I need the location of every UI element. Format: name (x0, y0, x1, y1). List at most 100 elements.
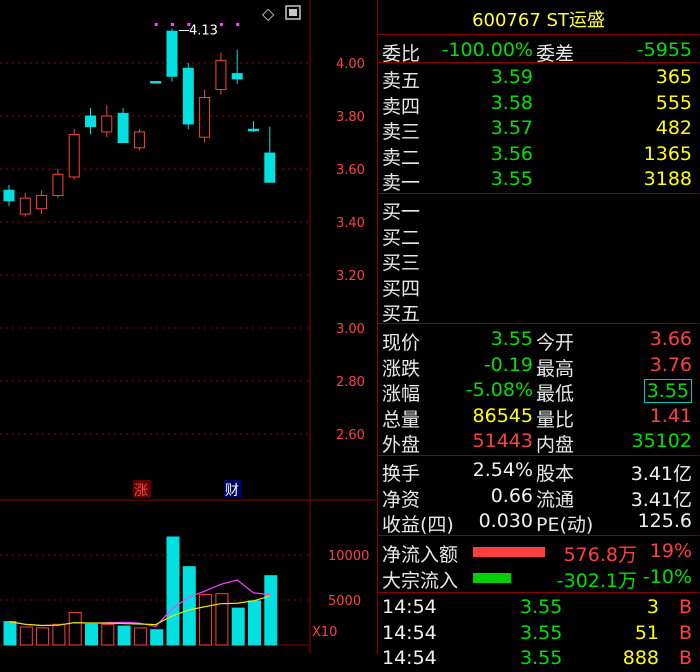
candle-body[interactable] (52, 173, 64, 197)
candle-body[interactable] (182, 67, 194, 125)
divider (378, 535, 699, 536)
stat-label: 现价 (382, 332, 421, 354)
divider (378, 193, 699, 194)
ask-volume: 1365 (643, 142, 692, 165)
stat-label: 涨跌 (382, 357, 421, 380)
candle-body[interactable] (133, 131, 145, 149)
candle-body[interactable] (264, 152, 276, 183)
stat-value: 35102 (631, 430, 692, 452)
tick-volume: 3 (646, 596, 659, 618)
volume-unit-label: X10 (312, 625, 337, 640)
bid-label: 买五 (382, 303, 421, 325)
stat-row: 涨跌 -0.19 最高 3.76 (378, 353, 699, 380)
ask-price: 3.57 (490, 117, 533, 139)
stat-label: 今开 (536, 332, 575, 354)
tick-row[interactable]: 14:54 3.55 51 B (378, 621, 699, 647)
diamond-icon[interactable]: ◇ (262, 4, 275, 23)
candle-body[interactable] (68, 134, 80, 178)
price-tick-label: 3.40 (336, 216, 365, 231)
tick-row[interactable]: 14:54 3.55 888 B (378, 646, 699, 672)
fundamental-label: 净资 (382, 488, 421, 511)
stat-label: 总量 (382, 408, 421, 431)
stat-value: 3.55 (643, 379, 692, 403)
price-tick-label: 3.20 (336, 269, 365, 284)
fundamental-label: PE(动) (536, 514, 594, 536)
stat-value: -5.08% (465, 379, 533, 401)
capital-flow-row: 大宗流入 -302.1万 -10% (378, 565, 699, 592)
volume-bar[interactable] (215, 593, 229, 646)
volume-bar[interactable] (150, 629, 164, 646)
candle-body[interactable] (117, 112, 129, 143)
ask-label: 卖二 (382, 146, 421, 169)
tick-time: 14:54 (382, 596, 437, 618)
candle-body[interactable] (166, 30, 178, 77)
price-tick-label: 3.80 (336, 110, 365, 125)
stat-label: 涨幅 (382, 383, 421, 405)
stat-label: 内盘 (536, 434, 575, 456)
tick-volume: 888 (622, 647, 659, 669)
price-tick-label: 2.60 (336, 428, 365, 443)
volume-bar[interactable] (264, 575, 278, 646)
fundamental-label: 流通 (536, 488, 575, 511)
signal-dot (219, 23, 223, 26)
tick-volume: 51 (634, 621, 659, 644)
candle-body[interactable] (3, 189, 15, 202)
cai-marker[interactable]: 财 (225, 483, 239, 499)
candle-body[interactable] (231, 73, 243, 80)
price-tick-label: 3.60 (336, 163, 365, 178)
stat-row: 涨幅 -5.08% 最低 3.55 (378, 378, 699, 405)
ask-label: 卖三 (382, 121, 421, 143)
candle-body[interactable] (248, 128, 259, 132)
flow-bar (473, 547, 545, 557)
kline-chart-panel[interactable]: 4.00 3.80 3.60 3.40 3.20 3.00 2.80 2.60 4.13 1000… (0, 0, 376, 654)
volume-bar[interactable] (182, 566, 196, 646)
fundamental-value: 2.54% (472, 459, 533, 481)
volume-bar[interactable] (19, 626, 33, 646)
tick-side: B (678, 647, 692, 669)
volume-bar[interactable] (101, 623, 115, 646)
divider (378, 323, 699, 324)
volume-bar[interactable] (68, 612, 82, 646)
divider (378, 62, 699, 63)
candle-body[interactable] (19, 197, 31, 215)
bid-label: 买一 (382, 201, 421, 223)
bid-row: 买五 (378, 298, 699, 325)
tick-time: 14:54 (382, 647, 437, 669)
price-tick-label: 3.00 (336, 322, 365, 337)
ask-volume: 3188 (643, 168, 692, 190)
volume-tick-label: 10000 (328, 549, 369, 564)
candle-body[interactable] (85, 115, 96, 128)
volume-bar[interactable] (199, 594, 213, 646)
volume-bar[interactable] (248, 600, 261, 646)
volume-bar[interactable] (117, 625, 131, 646)
volume-bar[interactable] (133, 627, 147, 646)
volume-bar[interactable] (3, 621, 17, 646)
volume-bar[interactable] (36, 627, 50, 646)
volume-bar[interactable] (231, 607, 245, 646)
bid-row: 买一 (378, 196, 699, 223)
volume-bar[interactable] (166, 536, 180, 646)
bid-row: 买三 (378, 247, 699, 274)
volume-bar[interactable] (52, 623, 66, 646)
zhang-marker[interactable]: 涨 (134, 483, 148, 499)
tick-row[interactable]: 14:54 3.55 3 B (378, 595, 699, 621)
candle-body[interactable] (150, 81, 162, 84)
tick-side: B (678, 596, 692, 618)
candle-body[interactable] (199, 96, 211, 138)
ask-label: 卖五 (382, 70, 421, 92)
window-icon[interactable] (285, 5, 301, 20)
kline-chart-svg[interactable]: 4.00 3.80 3.60 3.40 3.20 3.00 2.80 2.60 4.13 1000… (0, 0, 376, 654)
candle-body[interactable] (215, 59, 227, 90)
bid-label: 买四 (382, 277, 421, 300)
stat-value: 51443 (472, 430, 533, 452)
volume-bar[interactable] (85, 623, 98, 646)
fundamental-value: 0.030 (478, 510, 533, 532)
weibi-row: 委比 -100.00% 委差 -5955 (378, 38, 699, 65)
price-tick-label: 4.00 (336, 57, 365, 72)
candle-body[interactable] (36, 195, 48, 210)
ask-price: 3.58 (490, 91, 533, 114)
weibi-value: -100.00% (441, 39, 533, 61)
candle-body[interactable] (101, 115, 113, 133)
tick-price: 3.55 (520, 621, 563, 644)
stat-value: 86545 (472, 404, 533, 427)
